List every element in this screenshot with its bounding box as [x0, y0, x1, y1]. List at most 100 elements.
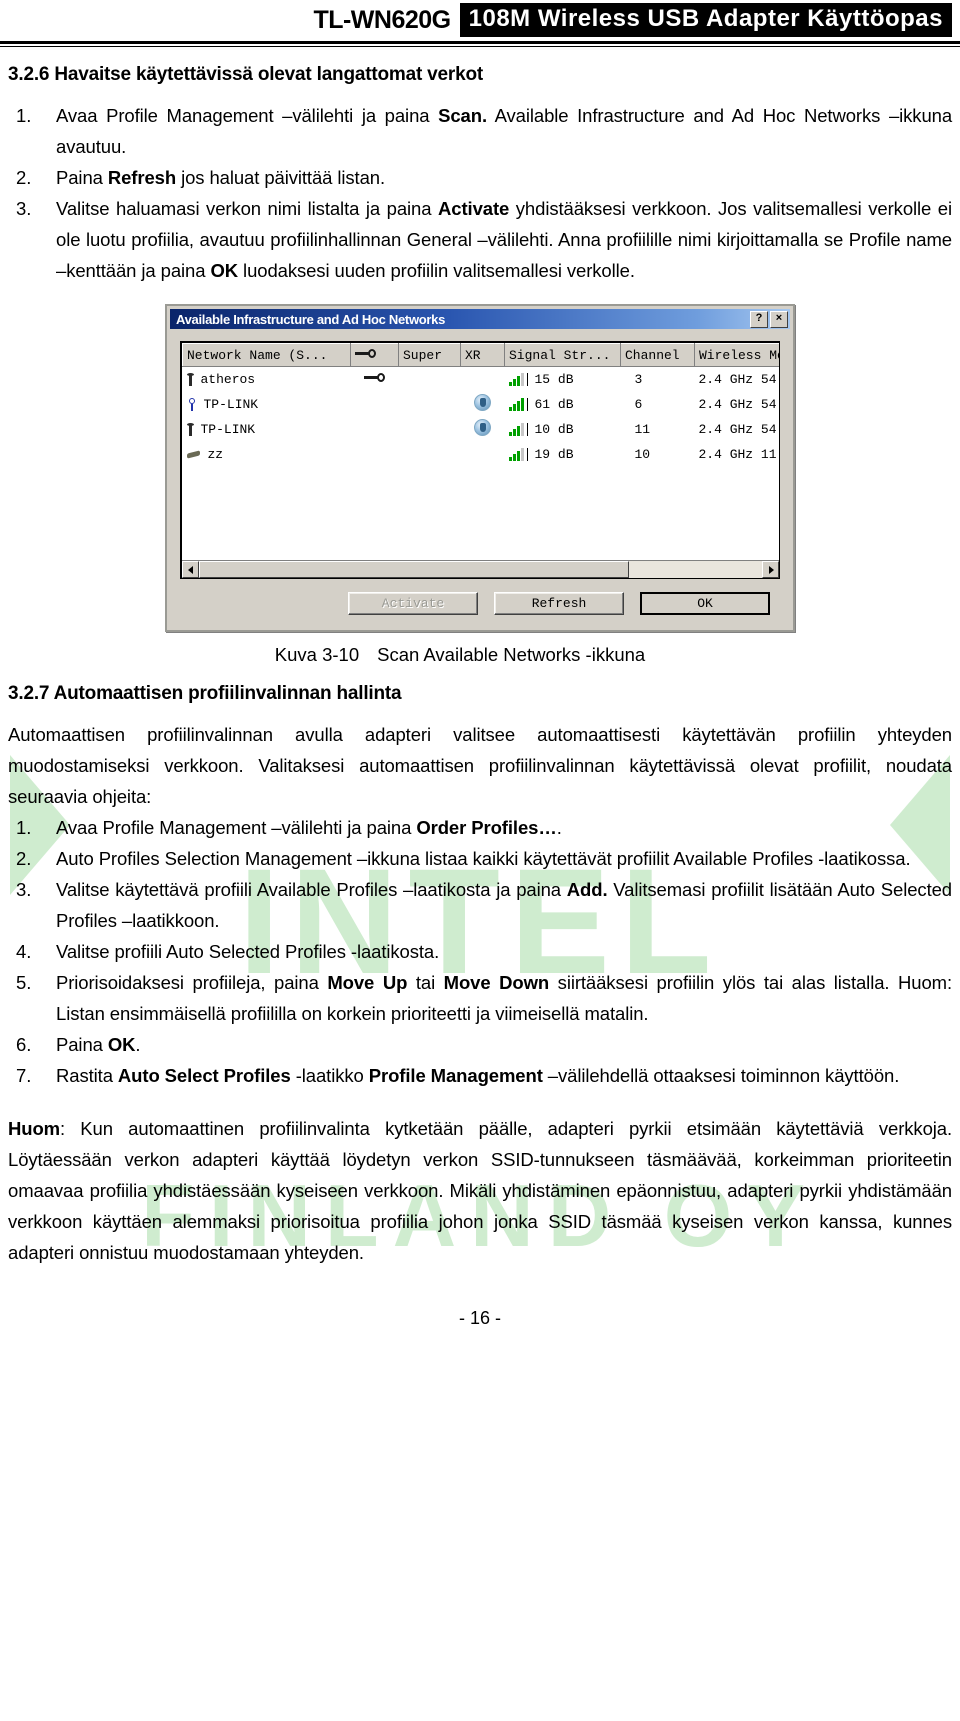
- signal-strength-label: 19 dB: [534, 447, 574, 462]
- column-header-wireless-mode[interactable]: Wireless Mode: [694, 343, 779, 367]
- section-327-heading: 3.2.7 Automaattisen profiilinvalinnan ha…: [8, 683, 402, 704]
- list-item: 1. Avaa Profile Management –välilehti ja …: [8, 100, 952, 162]
- help-icon[interactable]: ?: [750, 310, 768, 328]
- list-item: 1. Avaa Profile Management –välilehti ja …: [8, 812, 952, 843]
- emphasis-text: Order Profiles…: [416, 817, 557, 838]
- body-text: Valitse käytettävä profiili Available Pr…: [56, 879, 567, 900]
- list-item-number: 1.: [16, 105, 32, 126]
- adhoc-icon: [187, 398, 197, 411]
- body-text: Valitse haluamasi verkon nimi listalta j…: [56, 198, 439, 219]
- cell-security: [351, 367, 399, 393]
- body-text: .: [556, 817, 562, 838]
- cell-signal-strength: 61 dB: [505, 392, 621, 417]
- list-item: 3. Valitse käytettävä profiili Available …: [8, 874, 952, 936]
- list-item: 7. Rastita Auto Select Profiles -laatikko…: [8, 1060, 952, 1091]
- signal-strength-label: 61 dB: [534, 397, 574, 412]
- column-header-network-name[interactable]: Network Name (S...: [182, 343, 351, 367]
- networks-table-body: atheros 15 dB 3 2.4 GHz 54 Mbps TP-LINK 61 dB…: [183, 367, 780, 468]
- body-text: .: [135, 1034, 141, 1055]
- cell-wireless-mode: 2.4 GHz 54 Mbps: [698, 372, 780, 387]
- cell-channel: 10: [634, 447, 651, 462]
- section-326-heading: 3.2.6 Havaitse käytettävissä olevat lang…: [8, 64, 483, 85]
- body-text: Avaa Profile Management –välilehti ja pa…: [56, 817, 417, 838]
- cell-wireless-mode: 2.4 GHz 54 Mbps: [698, 397, 780, 412]
- cell-network-name: zz: [183, 442, 351, 467]
- cell-xr: [461, 367, 505, 393]
- cell-channel: 6: [634, 397, 643, 412]
- column-header-security[interactable]: [350, 343, 399, 367]
- list-item: 2. Paina Refresh jos haluat päivittää lis…: [8, 162, 952, 193]
- body-text: tai: [407, 972, 444, 993]
- refresh-button[interactable]: Refresh: [494, 592, 624, 615]
- list-item-number: 2.: [16, 167, 32, 188]
- scroll-right-arrow-icon[interactable]: [762, 561, 779, 578]
- list-item-number: 7.: [16, 1065, 32, 1086]
- cell-xr: [461, 442, 505, 467]
- cell-network-name: atheros: [183, 367, 351, 393]
- list-item-number: 4.: [16, 941, 32, 962]
- horizontal-scrollbar[interactable]: [182, 560, 779, 578]
- table-row[interactable]: atheros 15 dB 3 2.4 GHz 54 Mbps: [183, 367, 780, 393]
- figure-caption-label: Kuva 3-10: [274, 644, 360, 665]
- signal-strength-label: 10 dB: [534, 422, 574, 437]
- list-item: 3. Valitse haluamasi verkon nimi listalta…: [8, 193, 952, 286]
- emphasis-text: Scan.: [438, 105, 487, 126]
- list-item: 6. Paina OK.: [8, 1029, 952, 1060]
- cell-security: [351, 442, 399, 467]
- signal-bars-icon: [508, 373, 528, 386]
- networks-list-pane[interactable]: Network Name (S... Super XR Signal Str..…: [180, 341, 780, 579]
- close-icon[interactable]: ×: [770, 310, 788, 328]
- figure-caption: Kuva 3-10 Scan Available Networks -ikkuna: [8, 644, 952, 666]
- dialog-screenshot: Available Infrastructure and Ad Hoc Netw…: [8, 304, 952, 632]
- page-header: TL-WN620G 108M Wireless USB Adapter Käytt…: [0, 0, 960, 37]
- table-row[interactable]: zz 19 dB 10 2.4 GHz 11 Mbps: [183, 442, 780, 467]
- body-text: luodaksesi uuden profiilin valitsemalles…: [238, 260, 635, 281]
- body-text: Priorisoidaksesi profiileja, paina: [56, 972, 328, 993]
- cell-super: [399, 367, 461, 393]
- shield-icon: [474, 394, 491, 411]
- column-header-signal-strength[interactable]: Signal Str...: [504, 343, 621, 367]
- body-text: Paina: [56, 167, 108, 188]
- body-text: -laatikko: [290, 1065, 369, 1086]
- signal-bars-icon: [508, 448, 528, 461]
- cell-channel: 11: [634, 422, 651, 437]
- section-327-intro: Automaattisen profiilinvalinnan avulla a…: [8, 724, 952, 807]
- body-text: Avaa Profile Management –välilehti ja pa…: [56, 105, 439, 126]
- emphasis-text: OK: [210, 260, 239, 281]
- ok-button[interactable]: OK: [640, 592, 770, 615]
- dialog-titlebar: Available Infrastructure and Ad Hoc Netw…: [170, 309, 790, 329]
- signal-strength-label: 15 dB: [534, 372, 574, 387]
- infrastructure-icon: [186, 423, 194, 436]
- activate-button[interactable]: Activate: [348, 592, 478, 615]
- emphasis-text: Move Down: [443, 972, 550, 993]
- list-item: 4. Valitse profiili Auto Selected Profile…: [8, 936, 952, 967]
- scrollbar-thumb[interactable]: [199, 561, 629, 578]
- cell-signal-strength: 15 dB: [505, 367, 621, 393]
- emphasis-text: Activate: [438, 198, 510, 219]
- security-lock-icon: [355, 348, 377, 359]
- figure-caption-text: Scan Available Networks -ikkuna: [377, 644, 646, 665]
- scrollbar-track[interactable]: [629, 561, 762, 578]
- list-item-number: 2.: [16, 848, 32, 869]
- body-text: : Kun automaattinen profiilinvalinta kyt…: [8, 1118, 952, 1263]
- column-header-xr[interactable]: XR: [460, 343, 505, 367]
- body-text: Auto Profiles Selection Management –ikku…: [56, 848, 911, 869]
- section-326-step-list: 1. Avaa Profile Management –välilehti ja …: [8, 100, 952, 286]
- header-model-name: TL-WN620G: [313, 5, 451, 34]
- cell-super: [399, 442, 461, 467]
- column-header-super[interactable]: Super: [398, 343, 461, 367]
- body-text: –välilehdellä ottaaksesi toiminnon käytt…: [542, 1065, 900, 1086]
- available-networks-dialog: Available Infrastructure and Ad Hoc Netw…: [165, 304, 795, 632]
- cell-super: [399, 392, 461, 417]
- table-row[interactable]: TP-LINK 61 dB 6 2.4 GHz 54 Mbps: [183, 392, 780, 417]
- cell-wireless-mode: 2.4 GHz 54 Mbps: [698, 422, 780, 437]
- scroll-left-arrow-icon[interactable]: [182, 561, 199, 578]
- signal-bars-icon: [508, 398, 528, 411]
- emphasis-text: Move Up: [327, 972, 408, 993]
- column-header-channel[interactable]: Channel: [620, 343, 695, 367]
- cell-signal-strength: 10 dB: [505, 417, 621, 442]
- signal-bars-icon: [508, 423, 528, 436]
- body-text: Valitse profiili Auto Selected Profiles …: [56, 941, 440, 962]
- table-row[interactable]: TP-LINK 10 dB 11 2.4 GHz 54 Mbps: [183, 417, 780, 442]
- networks-table-header-row: Network Name (S... Super XR Signal Str..…: [182, 343, 779, 367]
